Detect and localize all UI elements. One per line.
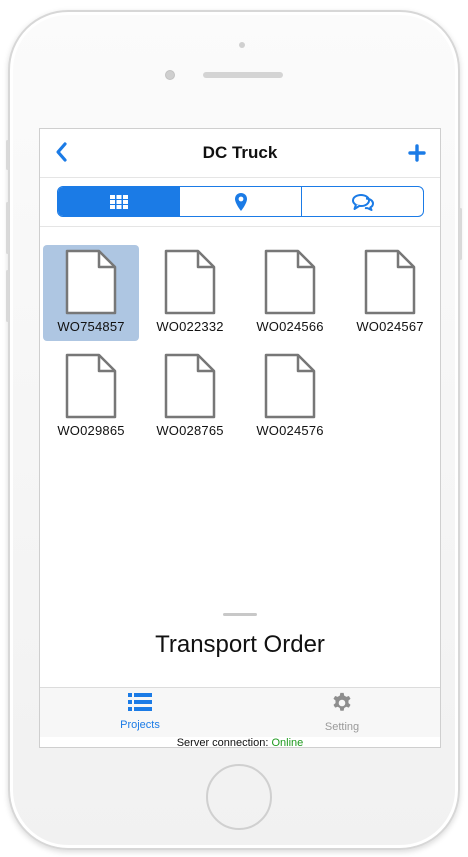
drag-handle[interactable] <box>223 613 257 616</box>
document-label: WO754857 <box>57 319 125 334</box>
tab-projects-label: Projects <box>120 719 160 731</box>
document-icon <box>264 353 316 419</box>
chat-bubbles-icon <box>351 193 374 211</box>
document-icon <box>65 249 117 315</box>
volume-up-button <box>6 202 9 254</box>
document-label: WO024576 <box>256 423 324 438</box>
document-icon <box>164 249 216 315</box>
server-status-value: Online <box>271 737 304 748</box>
grid-icon <box>109 194 128 209</box>
volume-down-button <box>6 270 9 322</box>
plus-icon <box>408 144 426 162</box>
document-item[interactable]: WO754857 <box>43 245 139 341</box>
document-label: WO028765 <box>156 423 224 438</box>
segment-grid-view[interactable] <box>58 187 179 216</box>
app-screen: DC Truck WO754857 WO022332 WO024566 WO02… <box>39 128 441 748</box>
map-pin-icon <box>234 192 247 211</box>
page-title: DC Truck <box>202 143 278 162</box>
power-button <box>459 208 462 260</box>
document-icon <box>65 353 117 419</box>
document-label: WO024567 <box>356 319 424 334</box>
document-item[interactable]: WO028765 <box>142 349 238 445</box>
earpiece-speaker <box>203 72 283 78</box>
navigation-bar: DC Truck <box>40 129 440 177</box>
document-item[interactable]: WO024567 <box>342 245 438 341</box>
gear-icon <box>333 692 351 711</box>
server-status: Server connection: Online <box>40 737 440 748</box>
tab-bar: Projects Setting <box>40 687 440 737</box>
tab-projects[interactable]: Projects <box>80 692 200 731</box>
server-status-prefix: Server connection: <box>176 737 272 748</box>
sheet-title: Transport Order <box>155 631 325 658</box>
document-label: WO029865 <box>57 423 125 438</box>
view-switcher-bar <box>40 177 440 227</box>
mute-switch <box>6 140 9 170</box>
document-label: WO024566 <box>256 319 324 334</box>
front-camera <box>165 70 175 80</box>
document-item[interactable]: WO022332 <box>142 245 238 341</box>
document-icon <box>364 249 416 315</box>
document-icon <box>164 353 216 419</box>
document-label: WO022332 <box>156 319 224 334</box>
add-button[interactable] <box>408 139 426 168</box>
tab-setting-label: Setting <box>324 721 360 733</box>
document-item[interactable]: WO029865 <box>43 349 139 445</box>
segment-chat-view[interactable] <box>301 187 423 216</box>
document-item[interactable]: WO024576 <box>242 349 338 445</box>
proximity-sensor <box>239 42 245 48</box>
home-button[interactable] <box>206 764 272 830</box>
view-segmented-control <box>57 186 424 217</box>
list-icon <box>128 693 152 711</box>
document-icon <box>264 249 316 315</box>
document-item[interactable]: WO024566 <box>242 245 338 341</box>
segment-map-view[interactable] <box>179 187 301 216</box>
tab-setting[interactable]: Setting <box>282 692 402 733</box>
